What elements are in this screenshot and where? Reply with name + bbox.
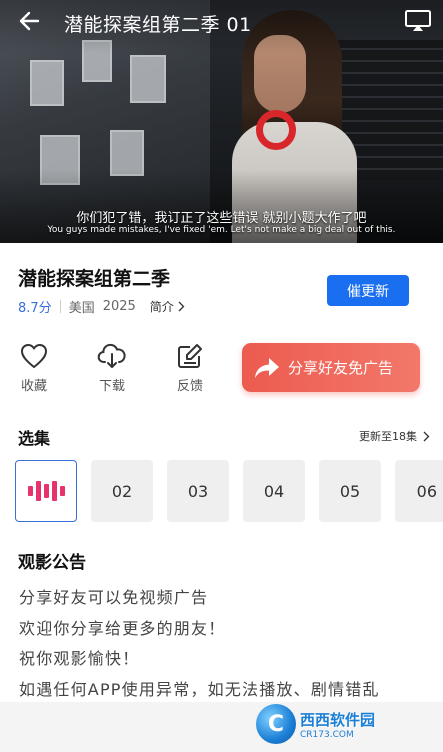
download-label: 下载 [98,379,125,394]
arrow-left-icon [18,10,40,36]
intro-link[interactable]: 简介 [150,298,185,315]
video-title: 潜能探案组第二季 01 [64,14,252,36]
cloud-download-icon [92,343,132,369]
rating-score: 8.7分 [18,301,52,316]
region-label: 美国 [68,301,95,316]
meta-divider [59,300,61,313]
edit-square-icon [170,343,210,369]
share-label: 分享好友免广告 [288,359,394,377]
download-button[interactable]: 下载 [92,343,132,394]
episode-item[interactable]: 06 [395,460,443,522]
episode-current[interactable] [15,460,77,522]
notice-line: 祝你观影愉快！ [19,649,140,668]
intro-label: 简介 [149,300,174,314]
subtitle-chinese: 你们犯了错，我订正了这些错误 就别小题大作了吧 [76,211,367,226]
episode-item[interactable]: 03 [167,460,229,522]
episode-item[interactable]: 05 [319,460,381,522]
favorite-button[interactable]: 收藏 [14,343,54,394]
notice-title: 观影公告 [18,553,86,573]
notice-line: 欢迎你分享给更多的朋友！ [19,619,226,638]
site-watermark: C 西西软件园 CR173.COM [256,702,426,746]
heart-icon [14,343,54,369]
watermark-name: 西西软件园 [300,710,376,729]
back-button[interactable] [14,8,44,38]
feedback-button[interactable]: 反馈 [170,343,210,394]
notice-line: 分享好友可以免视频广告 [19,588,209,607]
video-player[interactable]: 潜能探案组第二季 01 你们犯了错，我订正了这些错误 就别小题大作了吧 You … [0,0,443,243]
show-title: 潜能探案组第二季 [18,268,171,290]
favorite-label: 收藏 [20,379,47,394]
cast-button[interactable] [403,10,433,36]
chevron-right-icon [178,301,185,312]
episodes-title: 选集 [18,429,51,448]
urge-update-button[interactable]: 催更新 [327,275,409,306]
share-arrow-icon [254,357,280,379]
year-label: 2025 [102,299,136,314]
screen-cast-icon [404,9,432,37]
notice-line: 如遇任何APP使用异常，如无法播放、剧情错乱 [19,680,380,699]
episode-item[interactable]: 02 [91,460,153,522]
chevron-right-icon [423,431,430,442]
episode-item[interactable]: 04 [243,460,305,522]
show-meta: 8.7分 美国 2025 简介 [18,297,185,316]
subtitle-english: You guys made mistakes, I've fixed 'em. … [47,225,396,235]
update-label: 更新至18集 [359,430,417,443]
share-friends-button[interactable]: 分享好友免广告 [242,343,420,392]
watermark-logo: C [256,704,296,744]
episodes-update-link[interactable]: 更新至18集 [359,428,430,444]
watermark-domain: CR173.COM [300,729,354,740]
playing-bars-icon [27,481,65,501]
feedback-label: 反馈 [176,379,203,394]
